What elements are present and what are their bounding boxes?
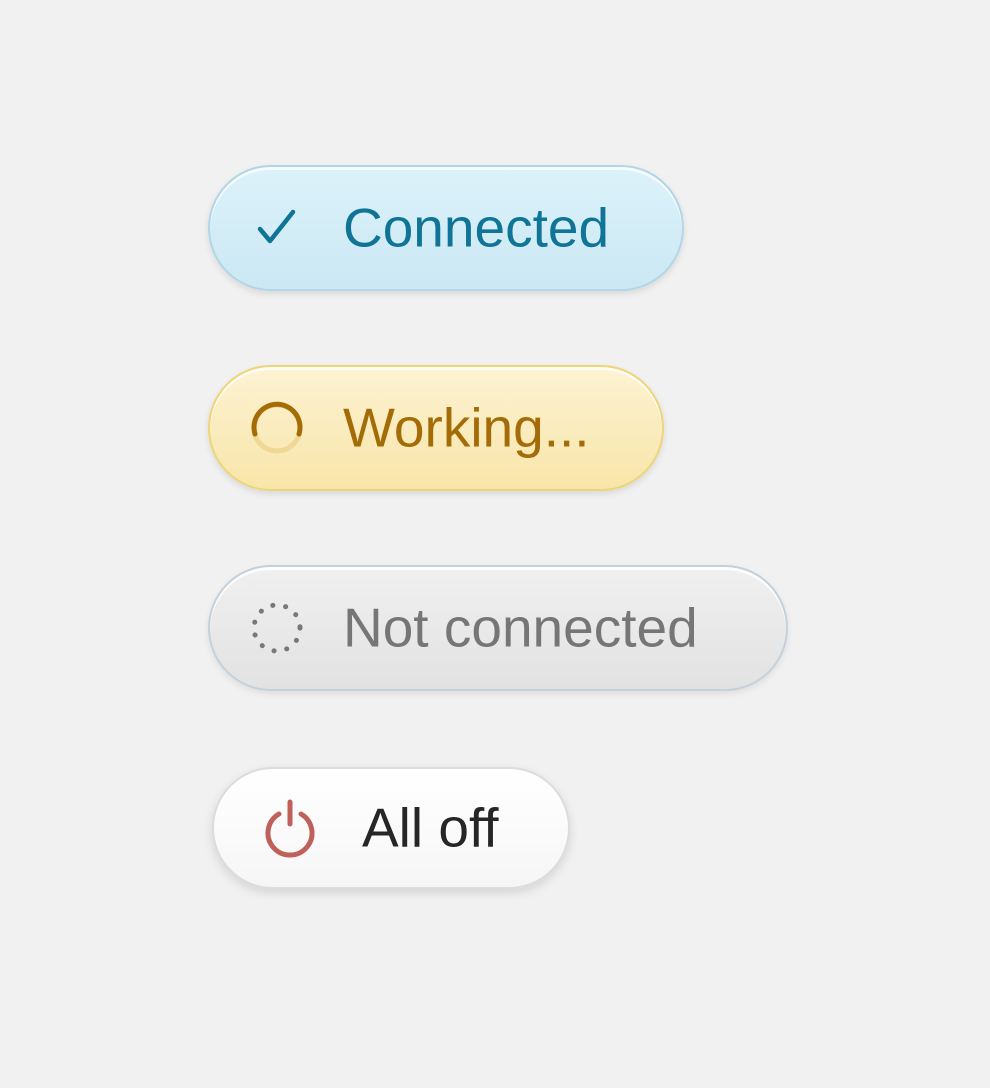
connected-status-button[interactable]: Connected (208, 165, 684, 291)
power-icon (260, 798, 320, 858)
connected-label: Connected (343, 196, 610, 259)
working-status-button[interactable]: Working... (208, 365, 664, 491)
dotted-circle-icon (248, 599, 306, 657)
working-label: Working... (343, 396, 590, 459)
all-off-button[interactable]: All off (212, 767, 570, 889)
all-off-label: All off (362, 796, 499, 859)
spinner-icon (248, 399, 306, 457)
not-connected-status-button[interactable]: Not connected (208, 565, 788, 691)
not-connected-label: Not connected (343, 596, 698, 659)
checkmark-icon (255, 206, 299, 250)
